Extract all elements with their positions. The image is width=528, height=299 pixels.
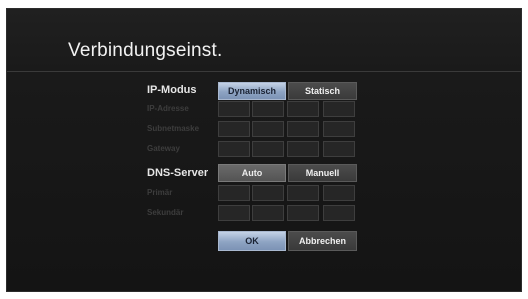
subnet-mask-octet-3[interactable] bbox=[287, 121, 319, 137]
cancel-button[interactable]: Abbrechen bbox=[288, 231, 357, 251]
page-title: Verbindungseinst. bbox=[68, 40, 223, 61]
gateway-octet-4[interactable] bbox=[323, 141, 355, 157]
dns-primary-octet-3[interactable] bbox=[287, 185, 319, 201]
dns-primary-octet-2[interactable] bbox=[252, 185, 284, 201]
ip-mode-static-button[interactable]: Statisch bbox=[288, 82, 357, 100]
settings-dialog: Verbindungseinst. IP-Modus Dynamisch Sta… bbox=[6, 8, 522, 292]
dns-server-label: DNS-Server bbox=[147, 167, 209, 179]
ip-address-octet-1[interactable] bbox=[218, 101, 250, 117]
dns-auto-button[interactable]: Auto bbox=[218, 164, 286, 182]
dns-secondary-octet-2[interactable] bbox=[252, 205, 284, 221]
ip-address-octet-4[interactable] bbox=[323, 101, 355, 117]
ip-address-label: IP-Adresse bbox=[147, 104, 189, 113]
dns-secondary-octet-1[interactable] bbox=[218, 205, 250, 221]
dns-primary-octet-1[interactable] bbox=[218, 185, 250, 201]
ip-mode-dynamic-button[interactable]: Dynamisch bbox=[218, 82, 286, 100]
ip-mode-label: IP-Modus bbox=[147, 84, 197, 96]
ip-address-octet-3[interactable] bbox=[287, 101, 319, 117]
title-divider bbox=[7, 71, 521, 72]
dns-manual-button[interactable]: Manuell bbox=[288, 164, 357, 182]
dns-secondary-octet-3[interactable] bbox=[287, 205, 319, 221]
gateway-octet-2[interactable] bbox=[252, 141, 284, 157]
dns-secondary-label: Sekundär bbox=[147, 208, 184, 217]
gateway-octet-3[interactable] bbox=[287, 141, 319, 157]
dns-primary-label: Primär bbox=[147, 188, 173, 197]
subnet-mask-octet-2[interactable] bbox=[252, 121, 284, 137]
subnet-mask-octet-4[interactable] bbox=[323, 121, 355, 137]
ip-address-octet-2[interactable] bbox=[252, 101, 284, 117]
dns-secondary-octet-4[interactable] bbox=[323, 205, 355, 221]
subnet-mask-octet-1[interactable] bbox=[218, 121, 250, 137]
dns-primary-octet-4[interactable] bbox=[323, 185, 355, 201]
ok-button[interactable]: OK bbox=[218, 231, 286, 251]
gateway-octet-1[interactable] bbox=[218, 141, 250, 157]
subnet-mask-label: Subnetmaske bbox=[147, 124, 200, 133]
gateway-label: Gateway bbox=[147, 144, 180, 153]
screen: Verbindungseinst. IP-Modus Dynamisch Sta… bbox=[0, 0, 528, 299]
